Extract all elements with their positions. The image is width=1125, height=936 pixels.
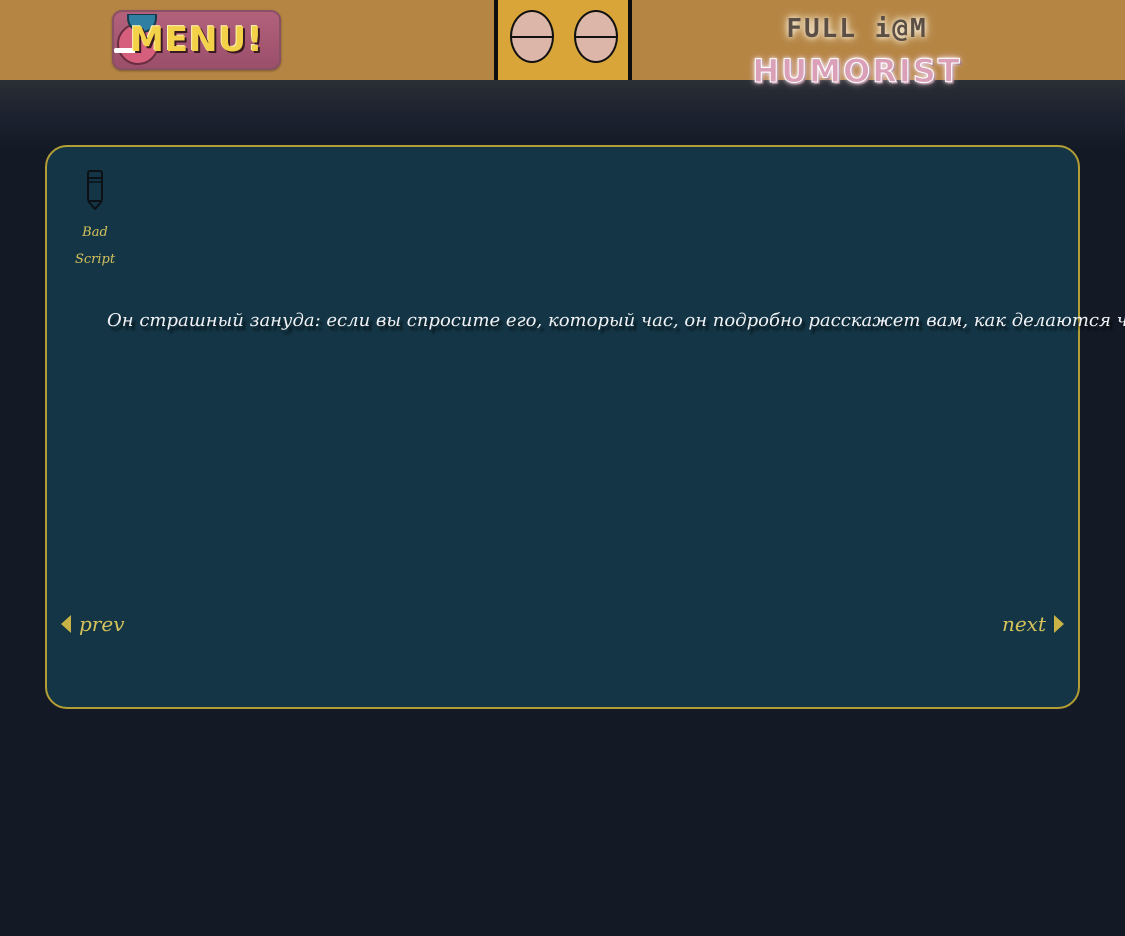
- next-arrow-icon: [1054, 614, 1064, 633]
- right-eye-icon: [574, 10, 618, 63]
- menu-button[interactable]: MENU!: [112, 10, 281, 70]
- prev-button[interactable]: prev: [61, 609, 161, 639]
- joke-text: Он страшный зануда: если вы спросите его…: [107, 310, 1125, 331]
- font-name-label: Bad Script: [74, 225, 116, 267]
- eyes-logo-button[interactable]: [494, 0, 632, 80]
- left-eye-icon: [510, 10, 554, 63]
- next-button[interactable]: next: [964, 609, 1064, 639]
- brand-title[interactable]: HUMORIST: [740, 52, 974, 92]
- prev-arrow-icon: [61, 614, 71, 633]
- font-picker-button[interactable]: Bad Script: [73, 169, 117, 269]
- prev-label: prev: [79, 612, 125, 636]
- brand-subtitle: FULL i@M: [786, 14, 928, 44]
- joke-card: Bad Script Он страшный зануда: если вы с…: [45, 145, 1125, 709]
- menu-label: MENU!: [130, 20, 264, 60]
- pencil-icon: [87, 170, 103, 210]
- next-label: next: [1001, 612, 1046, 636]
